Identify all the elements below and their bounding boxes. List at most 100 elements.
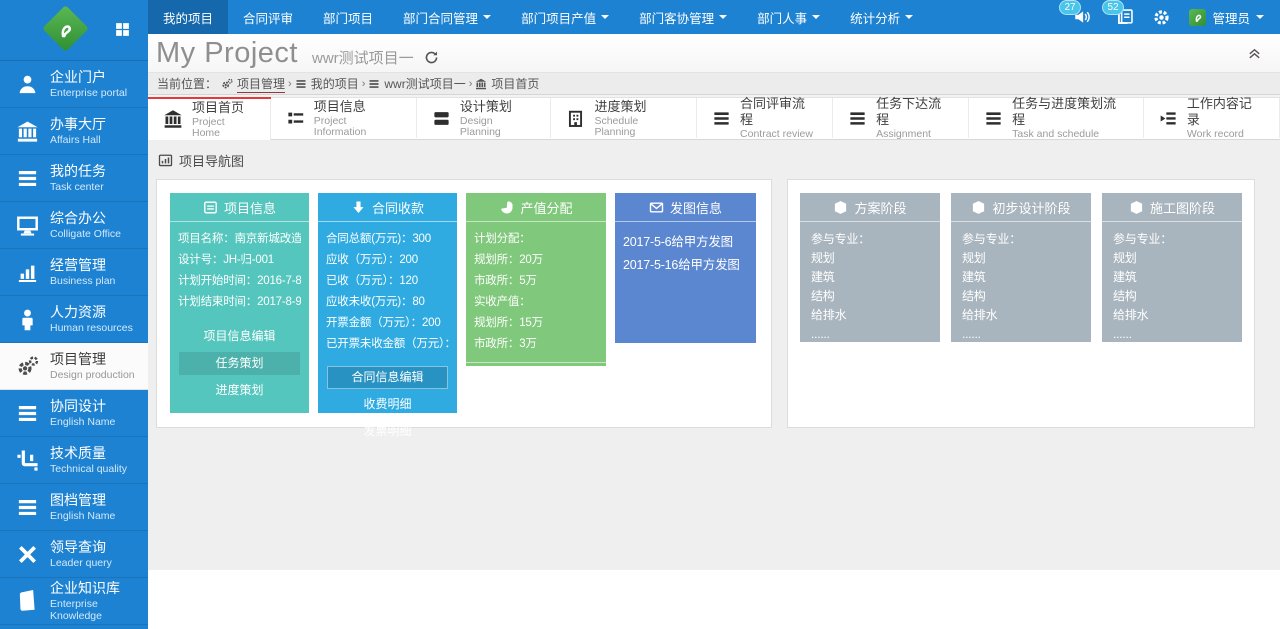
stages-panel: 方案阶段 参与专业： 规划 建筑 结构 给排水 ...... 初步设计阶段 <box>787 179 1255 428</box>
breadcrumb-my-projects[interactable]: 我的项目 <box>295 75 359 92</box>
topbar-menu: 我的项目 合同评审 部门项目 部门合同管理 部门项目产值 部门客协管理 部门人事… <box>148 0 928 34</box>
sidebar-item-colligate-office[interactable]: 综合办公Colligate Office <box>0 202 148 249</box>
stage-card-body: 参与专业： 规划 建筑 结构 给排水 ...... <box>1102 222 1242 352</box>
drawing-card-body: 2017-5-6给甲方发图 2017-5-16给甲方发图 <box>615 222 756 343</box>
caret-down-icon <box>812 15 820 23</box>
sidebar-item-collaborative-design[interactable]: 协同设计English Name <box>0 390 148 437</box>
sidebar-item-project-management[interactable]: 项目管理Design production <box>0 343 148 390</box>
gear-icon[interactable] <box>1153 9 1170 26</box>
stage-card-body: 参与专业： 规划 建筑 结构 给排水 ...... <box>951 222 1091 352</box>
contract-card-header: 合同收款 <box>318 193 457 222</box>
crop-icon <box>11 449 43 472</box>
output-card-header: 产值分配 <box>466 193 606 222</box>
sidebar-item-leader-query[interactable]: 领导查询Leader query <box>0 531 148 578</box>
sidebar-item-enterprise-knowledge[interactable]: 企业知识库Enterprise Knowledge <box>0 578 148 625</box>
output-allocation-card: 产值分配 计划分配： 规划所：20万 市政所：5万 实收产值： 规划所：15万 … <box>466 193 606 366</box>
topbar-right: 27 52 管理员 <box>1067 0 1280 34</box>
mail-icon <box>649 200 664 215</box>
fee-detail-button[interactable]: 收费明细 <box>327 393 448 416</box>
sidebar: 企业门户Enterprise portal 办事大厅Affairs Hall 我… <box>0 0 148 629</box>
stage-card-body: 参与专业： 规划 建筑 结构 给排水 ...... <box>800 222 940 352</box>
project-nav-panel: 项目信息 项目名称：南京新城改造项目 设计号：JH-归-001 计划开始时间：2… <box>156 179 772 428</box>
contract-info-edit-button[interactable]: 合同信息编辑 <box>327 366 448 389</box>
schedule-planning-button[interactable]: 进度策划 <box>179 379 300 402</box>
sidebar-item-technical-quality[interactable]: 技术质量Technical quality <box>0 437 148 484</box>
cube-icon <box>1129 200 1144 215</box>
bank-icon <box>475 78 487 90</box>
tab-bar: 项目首页Project Home 项目信息Project Information… <box>148 97 1280 140</box>
project-info-card-body: 项目名称：南京新城改造项目 设计号：JH-归-001 计划开始时间：2016-7… <box>170 222 309 321</box>
breadcrumb-project-home[interactable]: 项目首页 <box>475 75 539 92</box>
tab-work-record[interactable]: 工作内容记录Work record <box>1144 98 1280 138</box>
breadcrumb-project[interactable]: wwr测试项目一 <box>368 75 465 92</box>
stage-card-header: 方案阶段 <box>800 193 940 222</box>
bank-icon <box>163 109 183 129</box>
topbar-item-dept-output[interactable]: 部门项目产值 <box>506 0 624 34</box>
topbar-item-statistics[interactable]: 统计分析 <box>835 0 928 34</box>
menu-icon <box>11 402 43 425</box>
task-planning-button[interactable]: 任务策划 <box>179 352 300 375</box>
project-info-edit-button[interactable]: 项目信息编辑 <box>179 325 300 348</box>
pie-chart-icon <box>499 200 514 215</box>
topbar: 我的项目 合同评审 部门项目 部门合同管理 部门项目产值 部门客协管理 部门人事… <box>148 0 1280 34</box>
apps-grid-icon[interactable] <box>114 21 131 38</box>
topbar-item-dept-projects[interactable]: 部门项目 <box>308 0 388 34</box>
topbar-item-dept-contract-mgmt[interactable]: 部门合同管理 <box>388 0 506 34</box>
menu-icon <box>11 167 43 190</box>
project-info-card-header: 项目信息 <box>170 193 309 222</box>
clipboard-icon <box>203 200 218 215</box>
sidebar-item-affairs-hall[interactable]: 办事大厅Affairs Hall <box>0 108 148 155</box>
building-icon <box>566 109 585 128</box>
main-area: My Project wwr测试项目一 当前位置： 项目管理 › 我的项目 › … <box>148 34 1280 629</box>
admin-menu[interactable]: 管理员 <box>1189 8 1264 27</box>
caret-down-icon <box>1256 15 1264 23</box>
invoice-detail-button[interactable]: 发票明细 <box>327 420 448 443</box>
sidebar-item-enterprise-portal[interactable]: 企业门户Enterprise portal <box>0 61 148 108</box>
sidebar-item-human-resources[interactable]: 人力资源Human resources <box>0 296 148 343</box>
sidebar-item-drawing-archive[interactable]: 图档管理English Name <box>0 484 148 531</box>
gears-icon <box>221 78 233 90</box>
documents-icon[interactable]: 52 <box>1116 8 1134 26</box>
cube-icon <box>971 200 986 215</box>
menu-icon <box>848 109 867 128</box>
bar-chart-icon <box>11 261 43 284</box>
output-allocation-detail-button[interactable]: 计划产值分配明细 <box>475 370 597 393</box>
section-title: 项目导航图 <box>158 151 1280 170</box>
navigation-panels: 项目信息 项目名称：南京新城改造项目 设计号：JH-归-001 计划开始时间：2… <box>156 179 1280 428</box>
tab-contract-review[interactable]: 合同评审流程Contract review <box>697 98 833 138</box>
tab-project-information[interactable]: 项目信息Project Information <box>271 98 417 138</box>
server-icon <box>432 109 451 128</box>
caret-down-icon <box>601 15 609 23</box>
breadcrumb: 当前位置： 项目管理 › 我的项目 › wwr测试项目一 › 项目首页 <box>148 72 1280 95</box>
list-grid-icon <box>286 109 305 128</box>
network-icon <box>11 543 43 566</box>
breadcrumb-separator: › <box>288 78 292 90</box>
drawing-card-header: 发图信息 <box>615 193 756 222</box>
stage-card-header: 施工图阶段 <box>1102 193 1242 222</box>
tab-task-schedule[interactable]: 任务与进度策划流程Task and schedule <box>969 98 1144 138</box>
sidebar-item-task-center[interactable]: 我的任务Task center <box>0 155 148 202</box>
topbar-item-dept-hr[interactable]: 部门人事 <box>742 0 835 34</box>
speaker-icon[interactable]: 27 <box>1073 8 1091 26</box>
topbar-item-dept-client-mgmt[interactable]: 部门客协管理 <box>624 0 742 34</box>
sidebar-item-business-plan[interactable]: 经营管理Business plan <box>0 249 148 296</box>
tab-schedule-planning[interactable]: 进度策划Schedule Planning <box>551 98 697 138</box>
notification-badge: 27 <box>1059 0 1080 15</box>
topbar-item-my-projects[interactable]: 我的项目 <box>148 0 228 34</box>
refresh-icon[interactable] <box>424 50 439 65</box>
caret-down-icon <box>905 15 913 23</box>
stage-card-construction-drawing: 施工图阶段 参与专业： 规划 建筑 结构 给排水 ...... <box>1102 193 1242 342</box>
tab-assignment[interactable]: 任务下达流程Assignment <box>833 98 969 138</box>
output-card-body: 计划分配： 规划所：20万 市政所：5万 实收产值： 规划所：15万 市政所：3… <box>466 222 606 362</box>
project-info-card: 项目信息 项目名称：南京新城改造项目 设计号：JH-归-001 计划开始时间：2… <box>170 193 309 413</box>
breadcrumb-separator: › <box>362 78 366 90</box>
breadcrumb-project-management[interactable]: 项目管理 <box>221 75 285 93</box>
collapse-panel-icon[interactable] <box>1247 46 1262 61</box>
sidebar-header <box>0 0 148 61</box>
topbar-item-contract-review[interactable]: 合同评审 <box>228 0 308 34</box>
caret-down-icon <box>483 15 491 23</box>
tab-project-home[interactable]: 项目首页Project Home <box>148 98 271 140</box>
tab-design-planning[interactable]: 设计策划Design Planning <box>417 98 552 138</box>
bank-icon <box>11 120 43 143</box>
caret-down-icon <box>719 15 727 23</box>
